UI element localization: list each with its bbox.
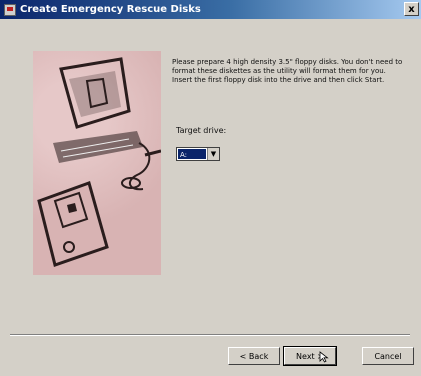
next-button[interactable]: Next > bbox=[283, 346, 337, 366]
target-drive-label: Target drive: bbox=[176, 126, 227, 135]
target-drive-select[interactable]: A: ▼ bbox=[176, 147, 220, 161]
cancel-button[interactable]: Cancel bbox=[362, 347, 414, 365]
app-icon bbox=[4, 3, 16, 16]
target-drive-value[interactable]: A: bbox=[178, 149, 206, 159]
instructions-line-2: Insert the first floppy disk into the dr… bbox=[172, 76, 385, 84]
back-button[interactable]: < Back bbox=[228, 347, 280, 365]
instructions-line-1: Please prepare 4 high density 3.5" flopp… bbox=[172, 58, 403, 75]
mouse-pointer-icon bbox=[319, 351, 329, 363]
instructions-text: Please prepare 4 high density 3.5" flopp… bbox=[172, 58, 412, 85]
computer-and-floppy-illustration bbox=[33, 51, 161, 275]
chevron-down-icon[interactable]: ▼ bbox=[207, 148, 219, 160]
close-button[interactable]: x bbox=[404, 2, 419, 16]
window-title: Create Emergency Rescue Disks bbox=[20, 4, 201, 15]
rescue-disk-dialog: Create Emergency Rescue Disks x Please p… bbox=[0, 0, 421, 376]
title-bar[interactable]: Create Emergency Rescue Disks x bbox=[0, 0, 421, 19]
button-divider bbox=[10, 334, 410, 336]
illustration-graphic bbox=[37, 57, 161, 267]
